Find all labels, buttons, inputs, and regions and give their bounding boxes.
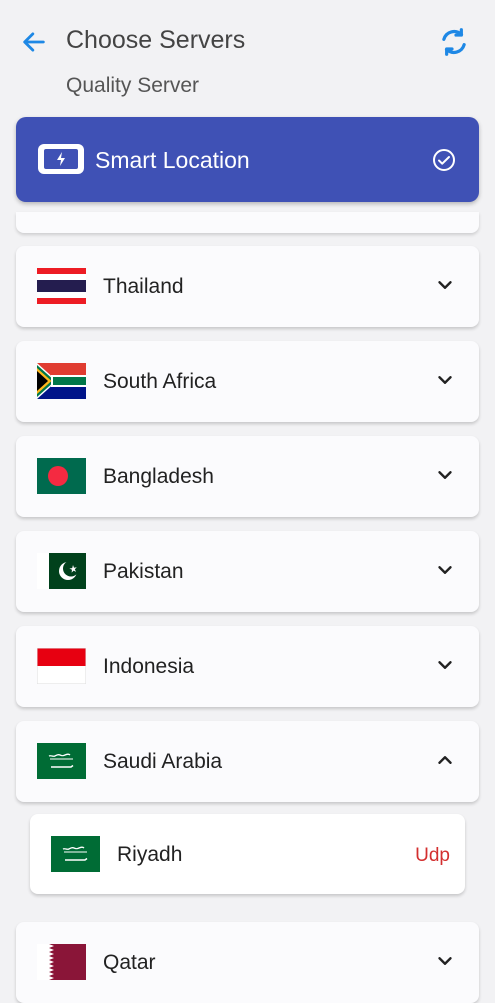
check-circle-icon (433, 149, 455, 171)
page-title: Choose Servers (66, 26, 246, 54)
chevron-down-icon[interactable] (434, 464, 456, 486)
server-name: Riyadh (117, 843, 183, 866)
chevron-down-icon[interactable] (434, 654, 456, 676)
saudi-arabia-flag-icon (51, 836, 100, 872)
indonesia-flag-icon (37, 648, 86, 684)
smart-location-button[interactable]: Smart Location (16, 117, 479, 202)
country-name: Pakistan (103, 560, 184, 583)
refresh-icon[interactable] (438, 26, 470, 58)
chevron-up-icon[interactable] (434, 749, 456, 771)
country-item-saudi-arabia[interactable]: Saudi Arabia (16, 721, 479, 802)
country-item-pakistan[interactable]: Pakistan (16, 531, 479, 612)
south-africa-flag-icon (37, 363, 86, 399)
country-name: South Africa (103, 370, 217, 393)
smart-location-icon (38, 144, 84, 174)
server-item-riyadh[interactable]: Riyadh Udp (30, 814, 465, 894)
country-item-south-africa[interactable]: South Africa (16, 341, 479, 422)
country-name: Indonesia (103, 655, 195, 678)
chevron-down-icon[interactable] (434, 559, 456, 581)
smart-location-label: Smart Location (95, 147, 250, 173)
chevron-down-icon[interactable] (434, 369, 456, 391)
thailand-flag-icon (37, 268, 86, 304)
back-arrow-icon[interactable] (20, 28, 48, 56)
pakistan-flag-icon (37, 553, 86, 589)
bangladesh-flag-icon (37, 458, 86, 494)
country-name: Saudi Arabia (103, 750, 223, 773)
country-item-qatar[interactable]: Qatar (16, 922, 479, 1003)
country-name: Thailand (103, 275, 184, 298)
saudi-arabia-flag-icon (37, 743, 86, 779)
page-subtitle: Quality Server (66, 74, 200, 97)
list-item-partial (16, 212, 479, 233)
country-item-thailand[interactable]: Thailand (16, 246, 479, 327)
protocol-label: Udp (415, 845, 450, 866)
country-name: Bangladesh (103, 465, 214, 488)
top-bar: Choose Servers Quality Server (0, 0, 495, 112)
qatar-flag-icon (37, 944, 86, 980)
country-name: Qatar (103, 951, 156, 974)
chevron-down-icon[interactable] (434, 950, 456, 972)
country-item-indonesia[interactable]: Indonesia (16, 626, 479, 707)
country-item-bangladesh[interactable]: Bangladesh (16, 436, 479, 517)
chevron-down-icon[interactable] (434, 274, 456, 296)
